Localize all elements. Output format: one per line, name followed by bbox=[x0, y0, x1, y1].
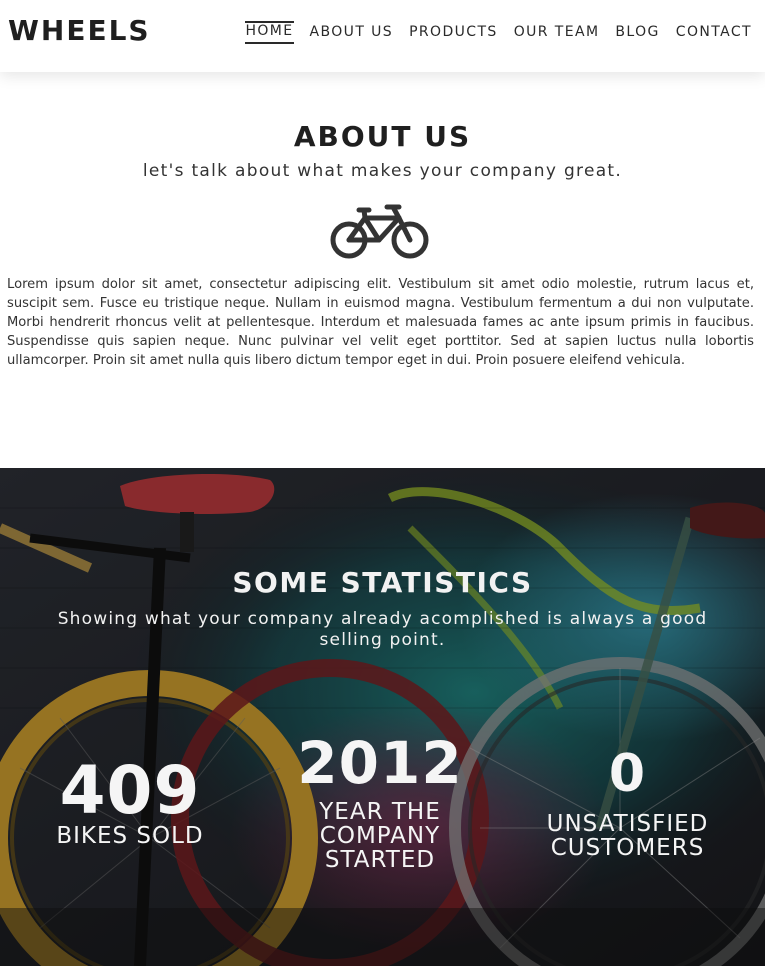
stat-year-started: 2012 YEAR THE COMPANY STARTED bbox=[285, 734, 475, 872]
stat-label: YEAR THE COMPANY STARTED bbox=[319, 799, 441, 873]
nav-contact[interactable]: CONTACT bbox=[676, 24, 752, 44]
nav-our-team[interactable]: OUR TEAM bbox=[514, 24, 600, 44]
stat-unsatisfied-customers: 0 UNSATISFIED CUSTOMERS bbox=[525, 748, 730, 860]
about-title: ABOUT US bbox=[293, 120, 472, 153]
nav-products[interactable]: PRODUCTS bbox=[409, 24, 498, 44]
main-nav: HOME ABOUT US PRODUCTS OUR TEAM BLOG CON… bbox=[245, 21, 752, 44]
nav-home[interactable]: HOME bbox=[245, 21, 294, 44]
stat-value: 0 bbox=[608, 744, 647, 804]
stat-value: 409 bbox=[59, 752, 201, 829]
statistics-title: SOME STATISTICS bbox=[232, 566, 533, 599]
site-logo[interactable]: WHEELS bbox=[8, 14, 151, 47]
about-text: Lorem ipsum dolor sit amet, consectetur … bbox=[7, 277, 754, 368]
statistics-section: SOME STATISTICS Showing what your compan… bbox=[0, 468, 765, 966]
bicycle-icon bbox=[330, 204, 429, 259]
statistics-subtitle: Showing what your company already acompl… bbox=[57, 609, 708, 650]
stat-label: BIKES SOLD bbox=[56, 823, 204, 849]
stat-label: UNSATISFIED CUSTOMERS bbox=[546, 811, 709, 861]
stat-bikes-sold: 409 BIKES SOLD bbox=[30, 752, 230, 849]
site-header: WHEELS HOME ABOUT US PRODUCTS OUR TEAM B… bbox=[0, 0, 765, 72]
nav-about-us[interactable]: ABOUT US bbox=[310, 24, 394, 44]
about-subtitle: let's talk about what makes your company… bbox=[142, 161, 623, 181]
nav-blog[interactable]: BLOG bbox=[615, 24, 659, 44]
stat-value: 2012 bbox=[297, 729, 463, 797]
